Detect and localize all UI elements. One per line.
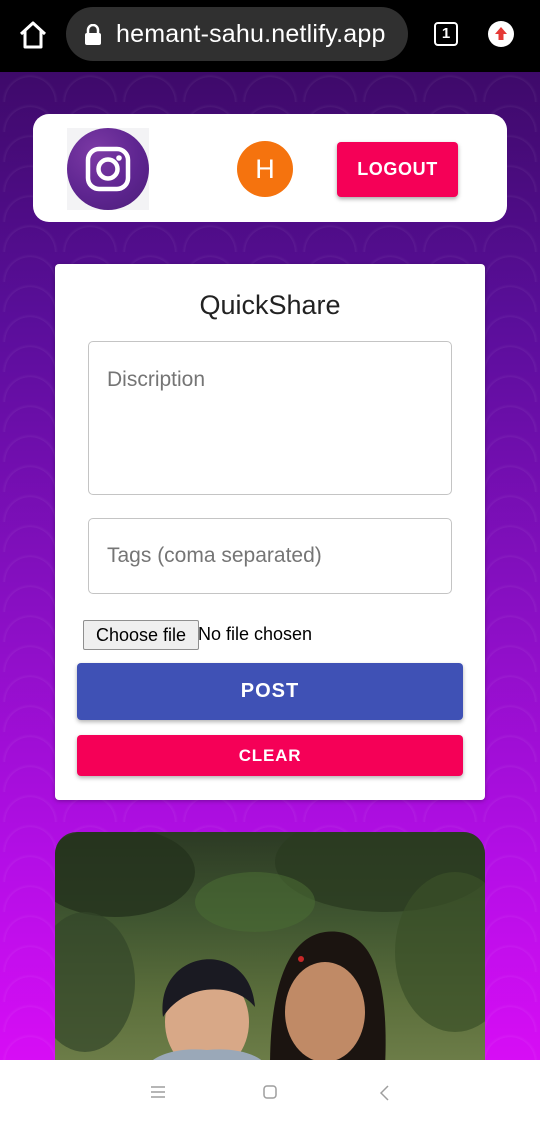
- upgrade-icon[interactable]: [488, 21, 514, 47]
- menu-icon[interactable]: [151, 1085, 165, 1099]
- description-field[interactable]: Discription: [88, 341, 452, 495]
- home-icon[interactable]: [16, 18, 50, 52]
- form-title: QuickShare: [199, 290, 341, 320]
- post-button[interactable]: POST: [77, 663, 463, 720]
- back-icon[interactable]: [378, 1085, 390, 1101]
- avatar[interactable]: H: [237, 141, 293, 197]
- file-status-text: No file chosen: [198, 624, 313, 644]
- url-text: hemant-sahu.netlify.app: [116, 20, 386, 48]
- system-nav-bar: [0, 1060, 540, 1125]
- lock-icon: [84, 23, 102, 46]
- browser-toolbar: hemant-sahu.netlify.app 1: [0, 0, 540, 72]
- page-background: H LOGOUT QuickShare Discription Tags (co…: [0, 72, 540, 1060]
- post-image[interactable]: [55, 832, 485, 1060]
- tab-switcher-button[interactable]: 1: [434, 22, 458, 46]
- instagram-logo-icon: [67, 128, 149, 210]
- clear-button[interactable]: CLEAR: [77, 735, 463, 776]
- tags-field[interactable]: Tags (coma separated): [88, 518, 452, 594]
- address-bar[interactable]: hemant-sahu.netlify.app: [66, 7, 408, 61]
- quickshare-form: QuickShare Discription Tags (coma separa…: [55, 264, 485, 800]
- square-icon[interactable]: [263, 1085, 277, 1099]
- choose-file-button[interactable]: Choose file: [83, 620, 199, 650]
- tags-placeholder: Tags (coma separated): [107, 544, 322, 567]
- post-photo: [55, 832, 485, 1060]
- app-header: H LOGOUT: [33, 114, 507, 222]
- description-placeholder: Discription: [107, 368, 206, 391]
- app-logo[interactable]: [67, 128, 149, 210]
- logout-button[interactable]: LOGOUT: [337, 142, 458, 197]
